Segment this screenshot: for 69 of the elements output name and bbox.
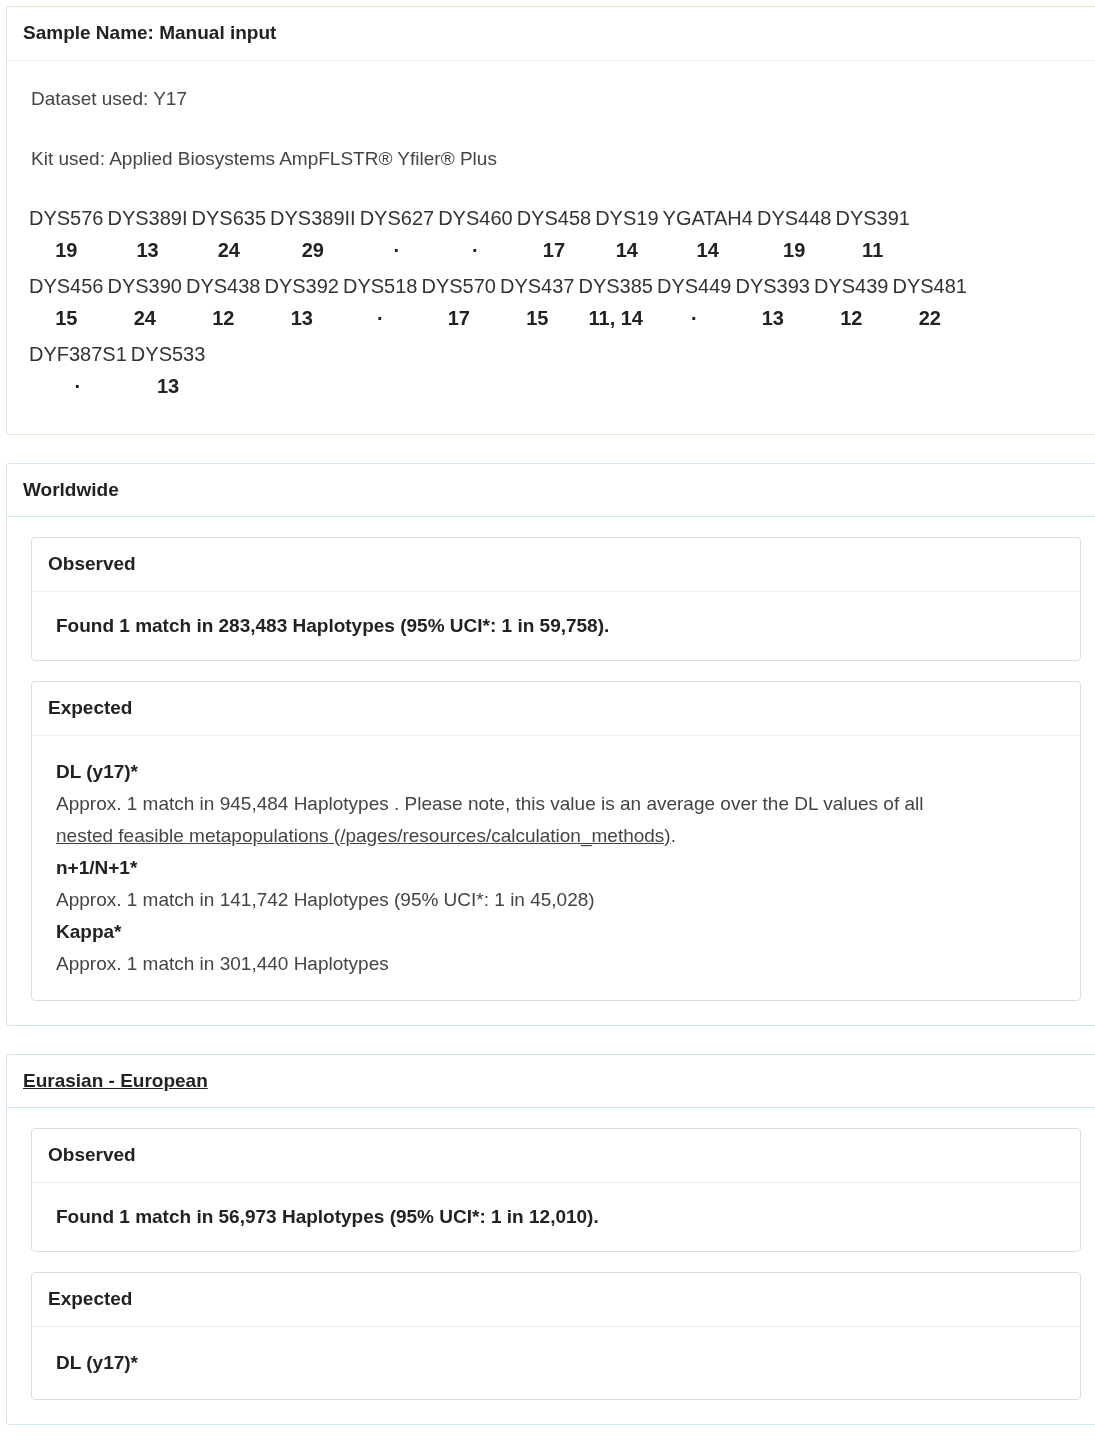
locus-name: DYS438 [186,273,261,299]
locus-value: 15 [55,305,78,331]
sample-title: Sample Name: Manual input [23,22,277,43]
card-title: Expected [48,1288,133,1309]
locus-value: 14 [696,237,719,263]
estimate-text: Approx. 1 match in 141,742 Haplotypes (95% UCI*: 1 in 45,028) [56,887,596,912]
locus-value: 14 [615,237,638,263]
locus-value: 11, 14 [588,305,643,331]
locus-name: DYS460 [438,205,513,231]
locus-name: DYS533 [130,341,206,367]
locus-name: DYS448 [756,205,832,231]
locus-name: DYS437 [500,273,575,299]
estimate-text: Approx. 1 match in 945,484 Haplotypes . Please note, this value is an average over the DL values of all nested feasible metapopulations (/pages/resources/calculation_methods). [56,791,925,849]
locus-name: DYF387S1 [29,341,127,367]
locus-name: DYS439 [814,273,889,299]
estimate-text: Approx. 1 match in 301,440 Haplotypes [56,951,390,976]
population-link[interactable]: Eurasian - European [23,1069,208,1091]
observed-result: Found 1 match in 283,483 Haplotypes (95% UCI*: 1 in 59,758). [56,613,611,638]
locus-name: DYS518 [343,273,418,299]
locus-name: DYS576 [29,205,104,231]
locus-value: 13 [761,305,784,331]
locus-value: 11 [862,237,884,263]
estimate-label: DL (y17)* [56,1350,139,1375]
locus-value: 15 [526,305,549,331]
locus-value: 13 [156,373,180,399]
locus-value: · [690,305,698,331]
card-title: Expected [48,697,133,718]
locus-value: 12 [840,305,863,331]
locus-value: 24 [217,237,240,263]
kit-text: Kit used: Applied Biosystems AmpFLSTR® Yfiler® Plus [31,147,498,171]
locus-value: · [393,237,401,263]
locus-name: DYS570 [421,273,496,299]
locus-value: · [472,237,479,263]
population-title: Worldwide [23,478,119,500]
locus-value: 19 [783,237,806,263]
locus-value: · [74,373,82,399]
locus-name: DYS19 [595,205,659,231]
estimate-label: n+1/N+1* [56,855,139,880]
dataset-text: Dataset used: Y17 [31,86,188,111]
locus-name: YGATAH4 [662,205,753,231]
locus-value: 22 [918,305,941,331]
locus-name: DYS391 [835,205,910,231]
card-title: Observed [48,553,136,574]
locus-name: DYS627 [359,205,435,231]
locus-name: DYS393 [735,273,810,299]
locus-value: 13 [136,237,159,263]
locus-name: DYS389II [270,205,356,231]
locus-value: · [376,305,384,331]
observed-result: Found 1 match in 56,973 Haplotypes (95% UCI*: 1 in 12,010). [56,1204,600,1229]
locus-name: DYS385 [578,273,653,299]
locus-value: 29 [301,237,324,263]
locus-name: DYS458 [516,205,592,231]
locus-value: 24 [133,305,156,331]
locus-name: DYS449 [657,273,732,299]
locus-value: 17 [542,237,566,263]
locus-name: DYS392 [264,273,339,299]
locus-value: 13 [290,305,313,331]
locus-name: DYS635 [191,205,267,231]
locus-name: DYS390 [107,273,182,299]
locus-value: 12 [212,305,235,331]
card-title: Observed [48,1144,136,1165]
estimate-label: DL (y17)* [56,759,139,784]
methods-link[interactable]: nested feasible metapopulations (/pages/resources/calculation_methods) [56,824,671,846]
locus-name: DYS389I [107,205,188,231]
locus-name: DYS456 [29,273,104,299]
locus-value: 19 [55,237,78,263]
estimate-label: Kappa* [56,919,123,944]
locus-name: DYS481 [892,273,967,299]
locus-value: 17 [447,305,470,331]
